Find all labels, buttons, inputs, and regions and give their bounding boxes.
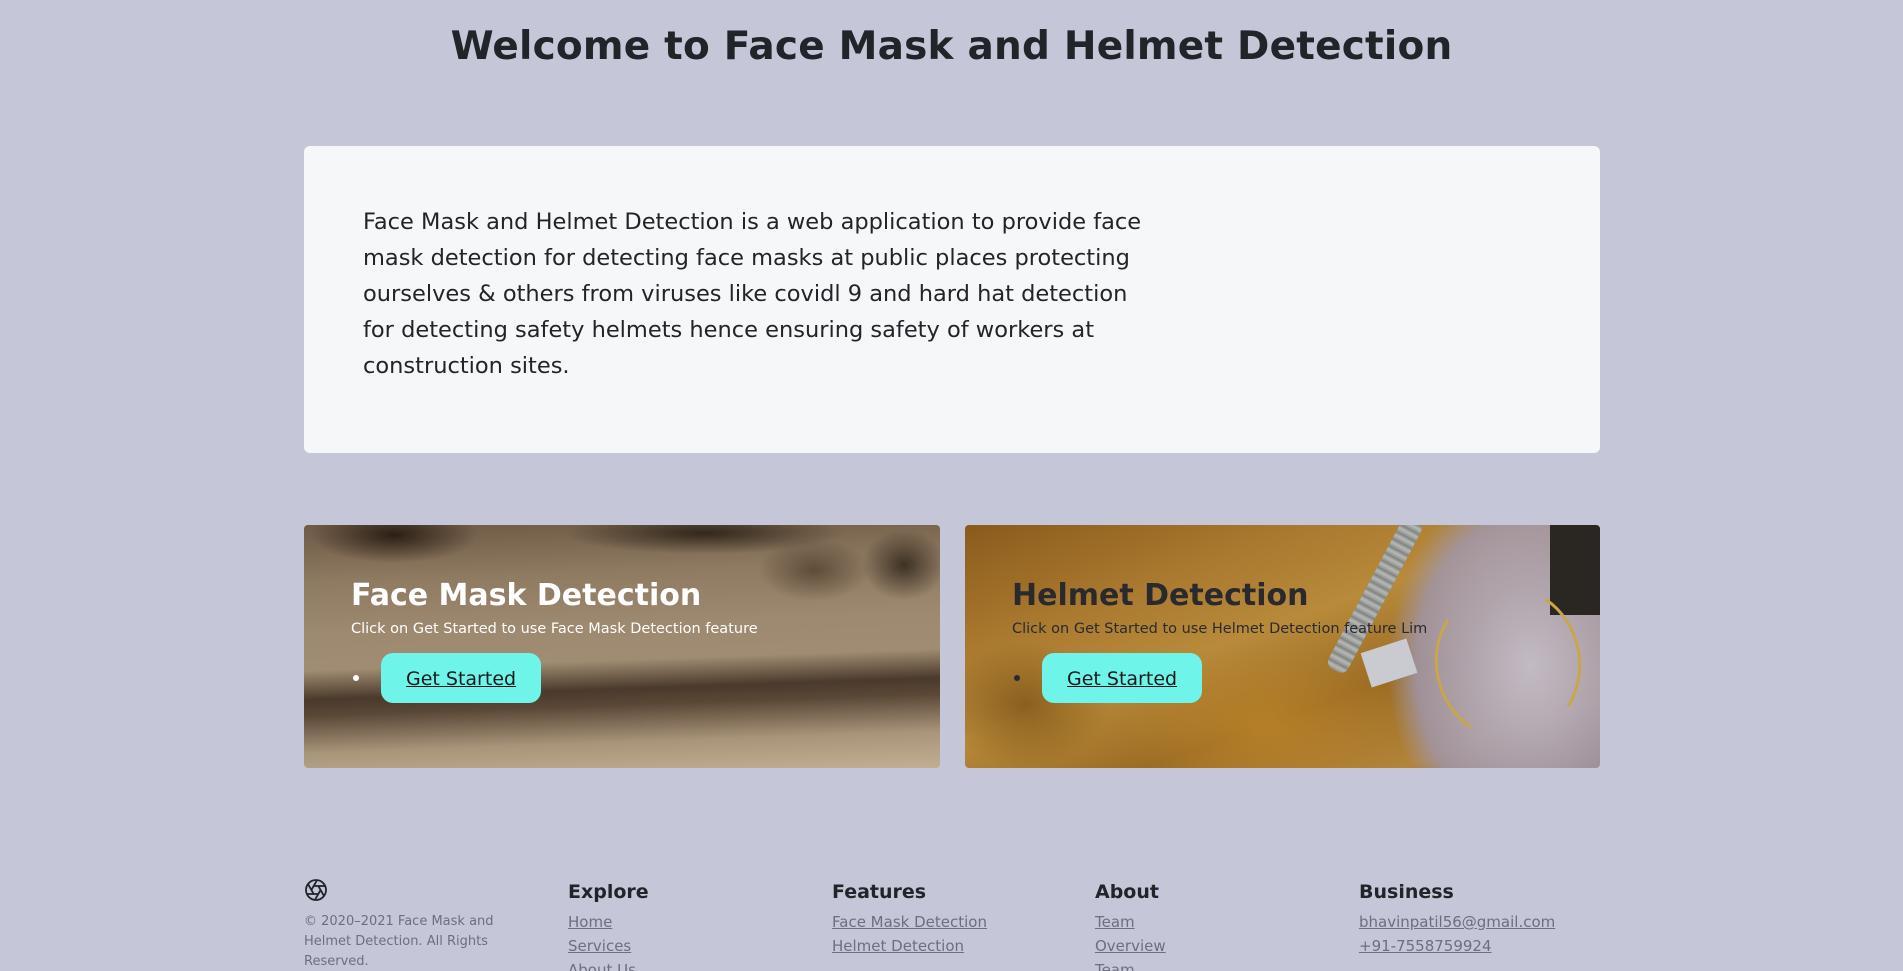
footer-link-helmet-detection[interactable]: Helmet Detection — [832, 934, 987, 958]
page: Welcome to Face Mask and Helmet Detectio… — [0, 0, 1903, 971]
helmet-card-actions: Get Started — [1012, 653, 1427, 703]
footer-features-heading: Features — [832, 881, 927, 903]
aperture-icon — [305, 879, 327, 901]
footer-link-overview[interactable]: Overview — [1095, 934, 1166, 958]
footer-link-face-mask-detection[interactable]: Face Mask Detection — [832, 910, 987, 934]
footer-link-home[interactable]: Home — [568, 910, 649, 934]
face-mask-get-started-button[interactable]: Get Started — [381, 653, 542, 703]
footer-business-heading: Business — [1359, 881, 1454, 903]
face-mask-card-content: Face Mask Detection Click on Get Started… — [351, 577, 758, 703]
helmet-card-content: Helmet Detection Click on Get Started to… — [1012, 577, 1427, 703]
footer-brand: © 2020–2021 Face Mask and Helmet Detecti… — [304, 878, 544, 971]
intro-card: Face Mask and Helmet Detection is a web … — [304, 146, 1600, 453]
footer-features: Features Face Mask Detection Helmet Dete… — [832, 878, 987, 958]
intro-text: Face Mask and Helmet Detection is a web … — [363, 209, 1142, 379]
helmet-get-started-button[interactable]: Get Started — [1042, 653, 1203, 703]
list-bullet — [1014, 675, 1020, 681]
helmet-card-subtitle: Click on Get Started to use Helmet Detec… — [1012, 621, 1428, 637]
face-mask-card-title: Face Mask Detection — [351, 578, 702, 613]
footer: © 2020–2021 Face Mask and Helmet Detecti… — [304, 878, 1600, 971]
footer-explore-heading: Explore — [568, 881, 649, 903]
footer-link-email[interactable]: bhavinpatil56@gmail.com — [1359, 910, 1555, 934]
footer-about: About Team Overview Team — [1095, 878, 1166, 971]
footer-link-phone[interactable]: +91-7558759924 — [1359, 934, 1555, 958]
face-mask-card-subtitle: Click on Get Started to use Face Mask De… — [351, 621, 758, 637]
page-title: Welcome to Face Mask and Helmet Detectio… — [450, 24, 1453, 69]
helmet-card-image-shadow — [1550, 525, 1600, 615]
list-bullet — [353, 675, 359, 681]
helmet-card: Helmet Detection Click on Get Started to… — [965, 525, 1600, 768]
face-mask-card: Face Mask Detection Click on Get Started… — [304, 525, 940, 768]
footer-business: Business bhavinpatil56@gmail.com +91-755… — [1359, 878, 1555, 958]
helmet-card-title: Helmet Detection — [1012, 578, 1309, 613]
footer-link-team[interactable]: Team — [1095, 910, 1166, 934]
face-mask-card-actions: Get Started — [351, 653, 758, 703]
footer-explore: Explore Home Services About Us — [568, 878, 649, 971]
footer-link-services[interactable]: Services — [568, 934, 649, 958]
footer-about-heading: About — [1095, 881, 1159, 903]
footer-link-team-2[interactable]: Team — [1095, 958, 1166, 971]
footer-link-about-us[interactable]: About Us — [568, 958, 649, 971]
footer-copyright: © 2020–2021 Face Mask and Helmet Detecti… — [304, 914, 494, 969]
